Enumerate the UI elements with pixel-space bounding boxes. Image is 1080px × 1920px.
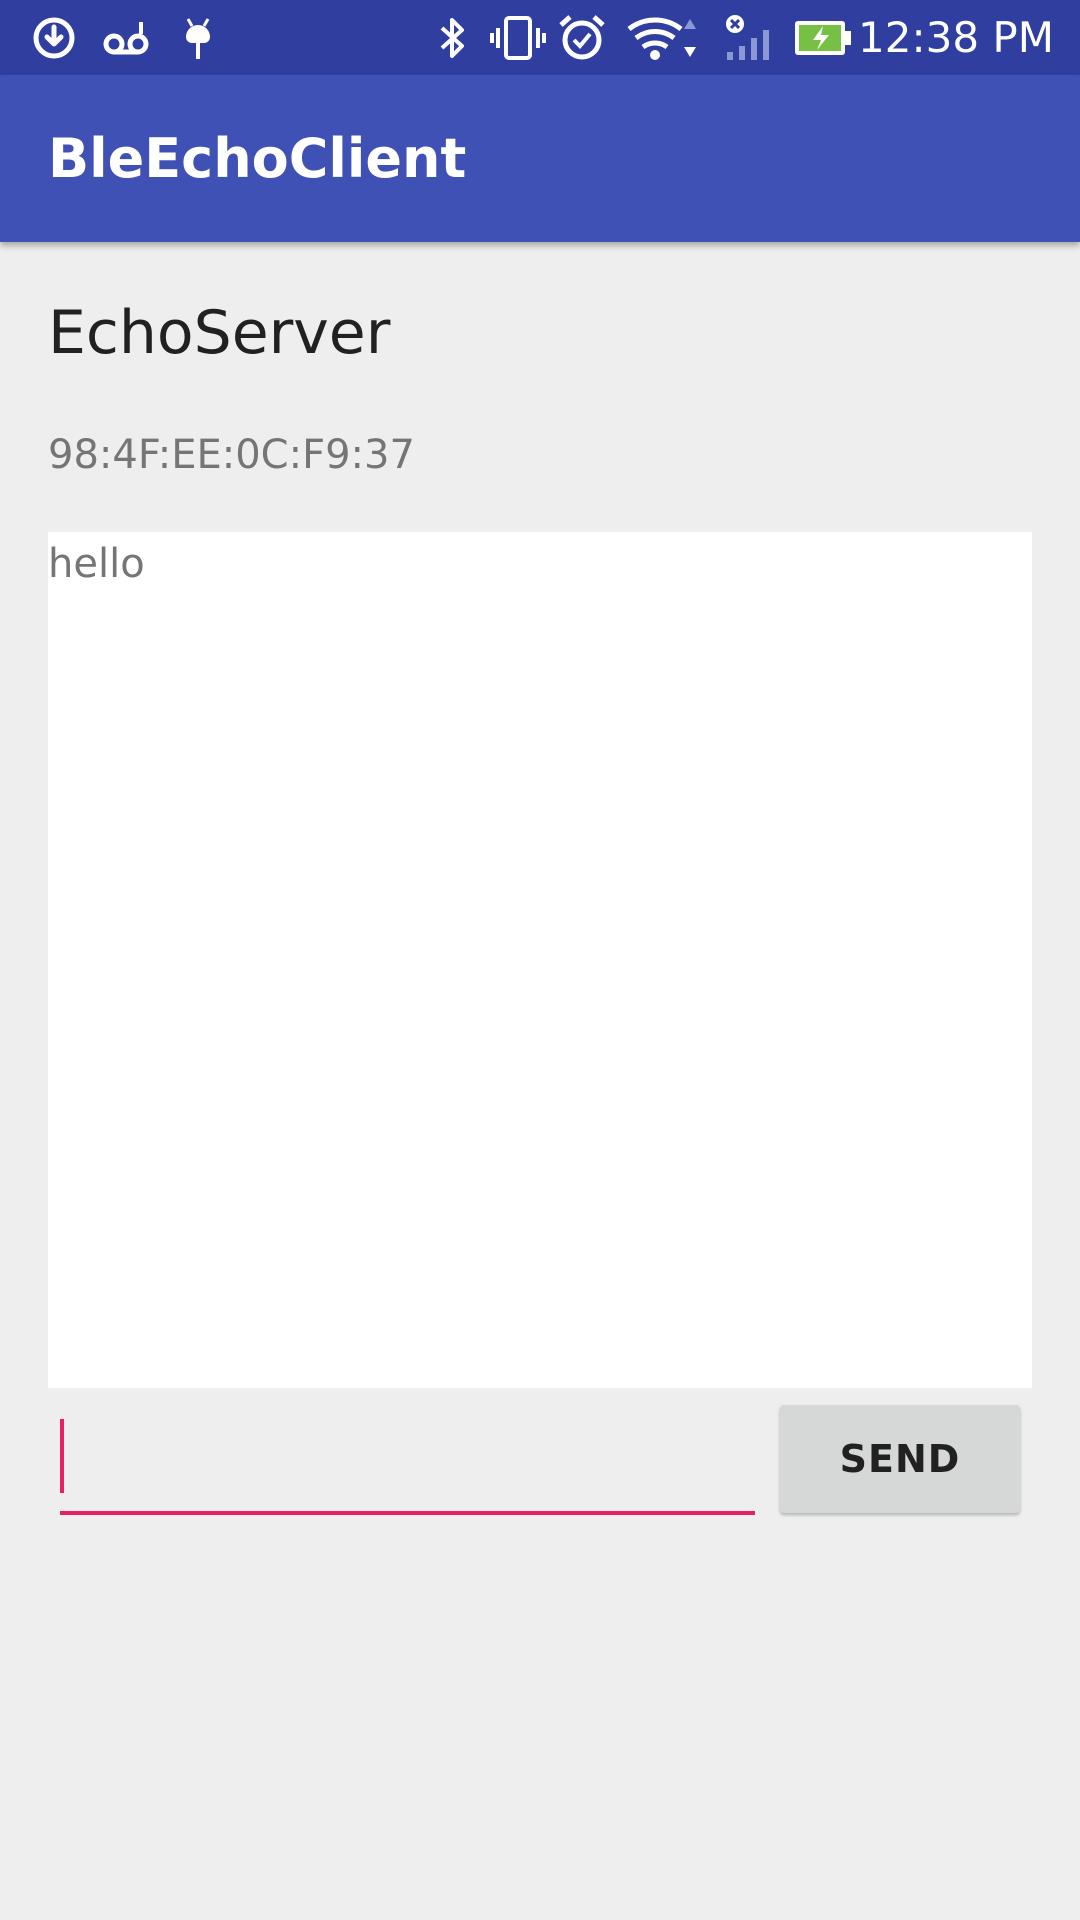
status-time: 12:38 PM <box>858 13 1054 62</box>
download-icon <box>30 0 78 75</box>
app-title: BleEchoClient <box>48 127 467 190</box>
signal-icon <box>720 0 780 75</box>
log-line: hello <box>48 541 145 587</box>
app-toolbar: BleEchoClient <box>0 75 1080 242</box>
android-debug-icon <box>176 0 220 75</box>
battery-charging-icon <box>792 0 854 75</box>
vibrate-icon <box>488 0 548 75</box>
text-cursor <box>60 1419 64 1493</box>
echo-log[interactable]: hello <box>48 532 1032 1388</box>
input-underline <box>60 1511 755 1515</box>
alarm-icon <box>556 0 608 75</box>
bluetooth-icon <box>432 0 472 75</box>
app-screen: 12:38 PM BleEchoClient EchoServer 98:4F:… <box>0 0 1080 1920</box>
device-address: 98:4F:EE:0C:F9:37 <box>48 432 415 478</box>
device-name: EchoServer <box>48 298 391 368</box>
message-input[interactable] <box>60 1405 755 1515</box>
send-button[interactable]: SEND <box>780 1405 1020 1513</box>
voicemail-icon <box>100 0 152 75</box>
status-bar: 12:38 PM <box>0 0 1080 75</box>
wifi-icon <box>624 0 704 75</box>
